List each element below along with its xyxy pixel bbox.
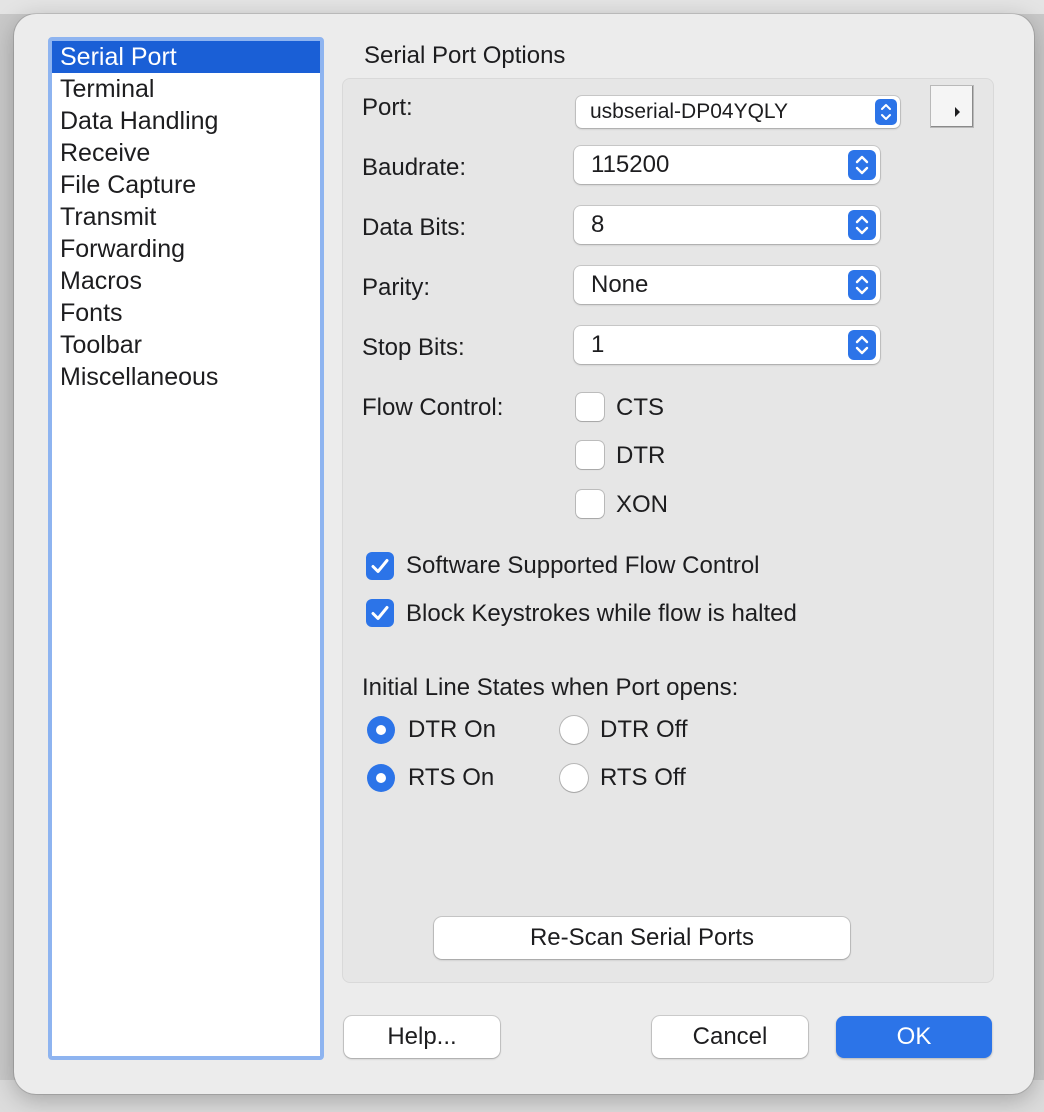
baudrate-value: 115200 [591,151,670,178]
dtr-off-radio[interactable] [560,716,588,744]
baudrate-select[interactable]: 115200 [574,146,880,184]
dtr-on-label: DTR On [408,716,497,743]
port-label: Port: [362,94,413,121]
sidebar-item-serial-port[interactable]: Serial Port [52,41,320,73]
rts-on-label: RTS On [408,764,495,791]
triangle-right-icon [955,107,960,117]
xon-label: XON [616,491,669,518]
help-button[interactable]: Help... [344,1016,500,1058]
software-flow-checkbox[interactable] [366,552,394,580]
sidebar-item-terminal[interactable]: Terminal [52,73,320,105]
up-down-chevron-icon [848,330,876,360]
sidebar-item-data-handling[interactable]: Data Handling [52,105,320,137]
dtr-checkbox[interactable] [576,441,604,469]
preferences-sheet: Serial Port Terminal Data Handling Recei… [14,14,1034,1094]
block-keystrokes-label: Block Keystrokes while flow is halted [406,600,797,627]
stop-bits-value: 1 [591,331,605,358]
cancel-button[interactable]: Cancel [652,1016,808,1058]
stop-bits-select[interactable]: 1 [574,326,880,364]
port-select[interactable]: usbserial-DP04YQLY [576,96,900,128]
up-down-chevron-icon [848,270,876,300]
ok-button[interactable]: OK [836,1016,992,1058]
dtr-on-radio[interactable] [367,716,395,744]
up-down-chevron-icon [848,210,876,240]
parity-value: None [591,271,649,298]
flow-control-label: Flow Control: [362,394,504,421]
rescan-serial-ports-button[interactable]: Re-Scan Serial Ports [434,917,850,959]
port-value: usbserial-DP04YQLY [590,100,789,123]
block-keystrokes-checkbox[interactable] [366,599,394,627]
checkmark-icon [371,559,389,573]
xon-checkbox[interactable] [576,490,604,518]
sidebar-item-transmit[interactable]: Transmit [52,201,320,233]
port-info-button[interactable] [930,85,974,128]
software-flow-label: Software Supported Flow Control [406,552,760,579]
sidebar-item-macros[interactable]: Macros [52,265,320,297]
data-bits-label: Data Bits: [362,214,467,241]
sidebar-item-fonts[interactable]: Fonts [52,297,320,329]
sidebar-item-toolbar[interactable]: Toolbar [52,329,320,361]
data-bits-value: 8 [591,211,605,238]
sidebar-item-file-capture[interactable]: File Capture [52,169,320,201]
up-down-chevron-icon [848,150,876,180]
cts-label: CTS [616,394,664,421]
data-bits-select[interactable]: 8 [574,206,880,244]
baudrate-label: Baudrate: [362,154,467,181]
group-title: Serial Port Options [364,42,566,69]
sidebar-item-miscellaneous[interactable]: Miscellaneous [52,361,320,393]
sidebar-item-receive[interactable]: Receive [52,137,320,169]
dtr-off-label: DTR Off [600,716,688,743]
stop-bits-label: Stop Bits: [362,334,465,361]
checkmark-icon [371,606,389,620]
line-states-title: Initial Line States when Port opens: [362,674,739,701]
parity-select[interactable]: None [574,266,880,304]
up-down-chevron-icon [875,99,897,125]
sidebar-item-forwarding[interactable]: Forwarding [52,233,320,265]
dtr-label: DTR [616,442,666,469]
category-list[interactable]: Serial Port Terminal Data Handling Recei… [48,37,324,1060]
cts-checkbox[interactable] [576,393,604,421]
parity-label: Parity: [362,274,431,301]
background-window-strip [0,0,1044,14]
rts-on-radio[interactable] [367,764,395,792]
rts-off-label: RTS Off [600,764,686,791]
rts-off-radio[interactable] [560,764,588,792]
